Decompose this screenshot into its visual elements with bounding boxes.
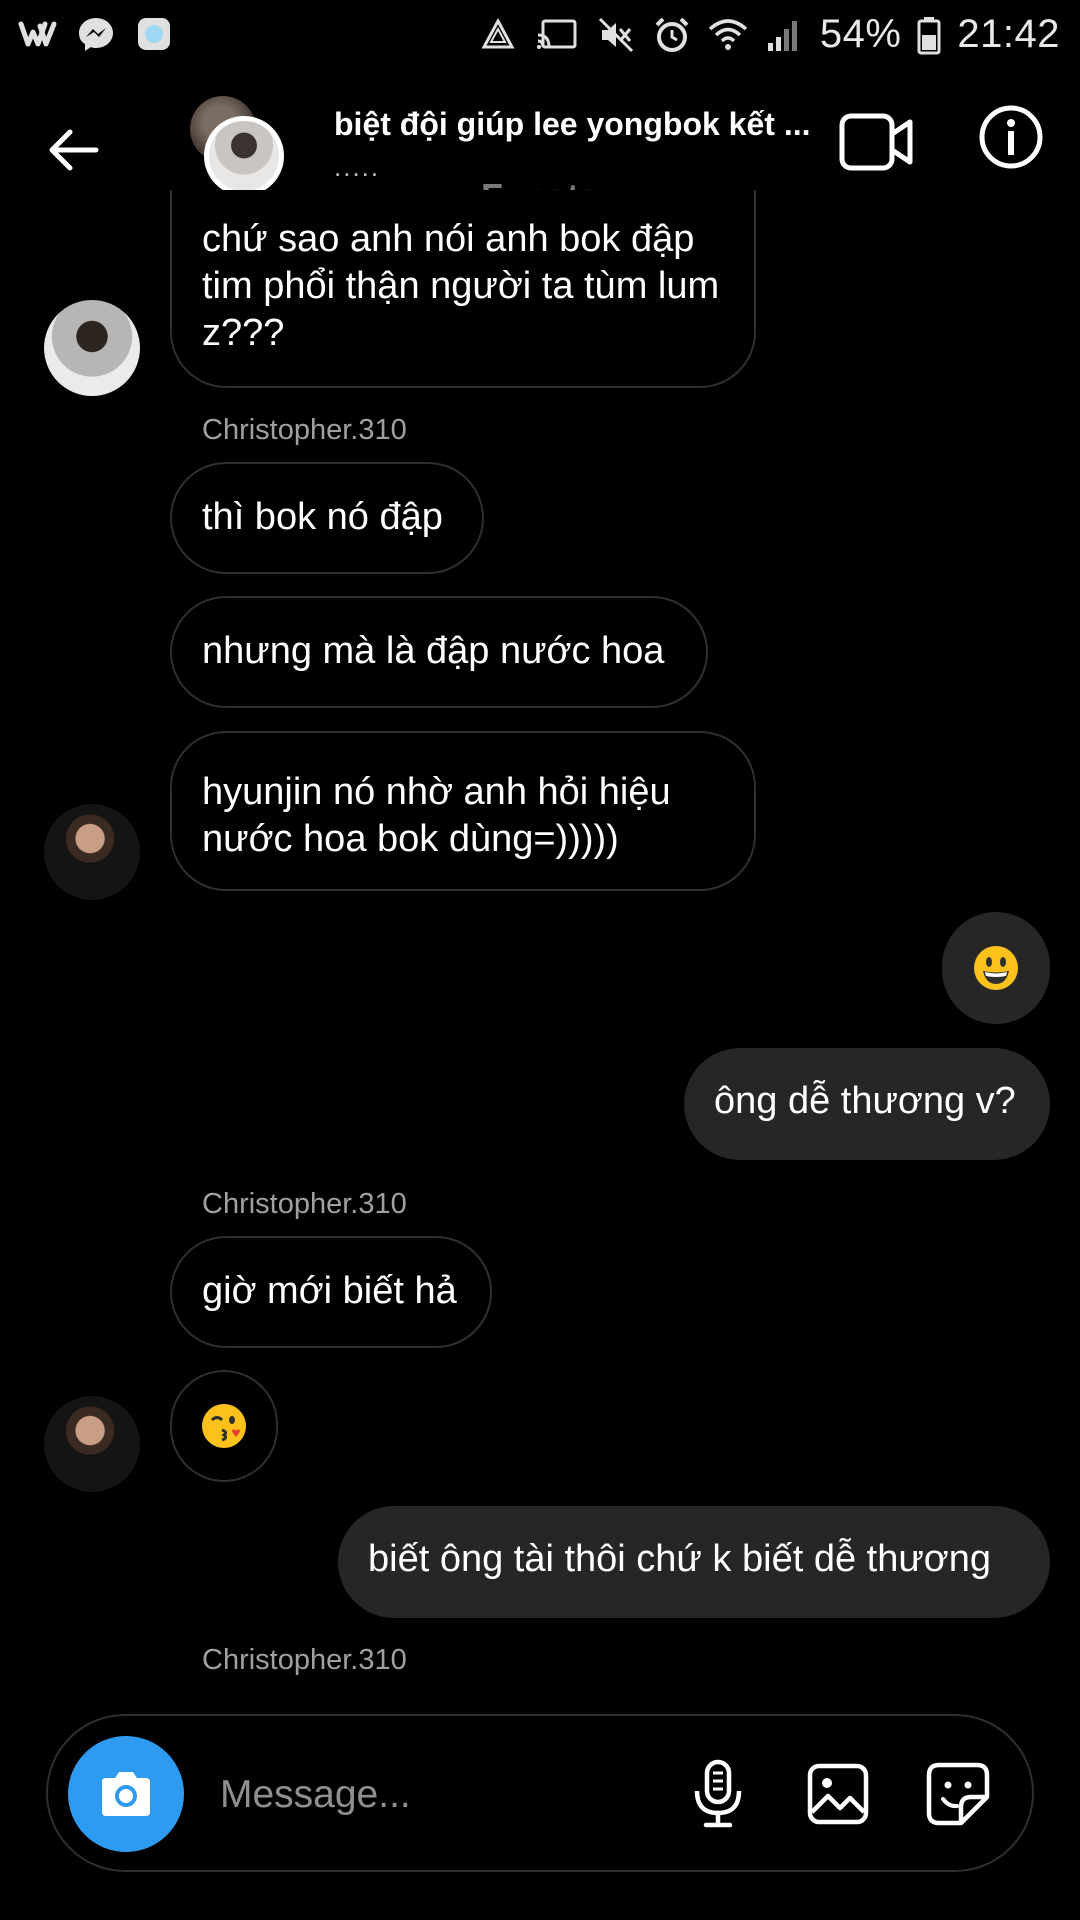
microphone-button[interactable] xyxy=(680,1756,756,1832)
messenger-icon xyxy=(79,18,113,51)
message-bubble[interactable] xyxy=(170,1370,278,1482)
sticker-icon xyxy=(926,1762,990,1826)
message-bubble[interactable] xyxy=(942,912,1050,1024)
message-text: ông dễ thương v? xyxy=(714,1080,1016,1122)
wattpad-icon xyxy=(18,21,57,47)
signal-icon xyxy=(767,20,797,51)
sender-name: Christopher.310 xyxy=(202,414,407,446)
avatar[interactable] xyxy=(44,804,140,900)
message-text: nhưng mà là đập nước hoa xyxy=(202,630,665,672)
message-text: biết ông tài thôi chứ k biết dễ thương xyxy=(368,1538,991,1580)
avatar[interactable] xyxy=(44,300,140,396)
message-composer xyxy=(46,1714,1034,1872)
message-bubble[interactable]: chứ sao anh nói anh bok đập tim phổi thậ… xyxy=(170,190,756,388)
avatar[interactable] xyxy=(44,1396,140,1492)
message-bubble[interactable]: giờ mới biết hả xyxy=(170,1236,492,1348)
message-text: chứ sao anh nói anh bok đập tim phổi thậ… xyxy=(202,218,720,354)
sticker-button[interactable] xyxy=(920,1756,996,1832)
app-icon xyxy=(138,18,170,50)
sender-name: Christopher.310 xyxy=(202,1188,407,1220)
wifi-icon xyxy=(708,18,747,50)
message-bubble[interactable]: ông dễ thương v? xyxy=(684,1048,1050,1160)
message-text: giờ mới biết hả xyxy=(202,1270,457,1312)
status-bar: 54% 21:42 xyxy=(0,0,1080,76)
video-call-icon[interactable] xyxy=(838,110,914,174)
battery-percent: 54% xyxy=(819,12,902,56)
camera-icon xyxy=(102,1772,150,1816)
message-input[interactable] xyxy=(218,1766,602,1824)
message-text: thì bok nó đập xyxy=(202,496,443,538)
camera-button[interactable] xyxy=(68,1736,184,1852)
battery-icon xyxy=(917,16,941,54)
gallery-icon xyxy=(807,1763,869,1825)
message-bubble[interactable]: nhưng mà là đập nước hoa xyxy=(170,596,708,708)
sender-name: Christopher.310 xyxy=(202,1644,407,1676)
info-icon[interactable] xyxy=(978,104,1044,170)
grinning-face-emoji xyxy=(974,946,1018,990)
message-bubble[interactable]: hyunjin nó nhờ anh hỏi hiệu nước hoa bok… xyxy=(170,731,756,891)
back-arrow-icon[interactable] xyxy=(44,120,104,180)
message-bubble[interactable]: thì bok nó đập xyxy=(170,462,484,574)
cast-icon xyxy=(536,19,577,49)
mute-icon xyxy=(598,17,633,52)
gallery-button[interactable] xyxy=(800,1756,876,1832)
group-title[interactable]: biệt đội giúp lee yongbok kết ... xyxy=(334,106,834,143)
kissing-face-winking-emoji xyxy=(202,1404,246,1448)
recycle-icon xyxy=(481,17,515,48)
message-text: hyunjin nó nhờ anh hỏi hiệu nước hoa bok… xyxy=(202,771,671,860)
message-bubble[interactable]: biết ông tài thôi chứ k biết dễ thương xyxy=(338,1506,1050,1618)
clock: 21:42 xyxy=(957,12,1060,56)
microphone-icon xyxy=(694,1759,742,1828)
alarm-icon xyxy=(655,17,689,52)
